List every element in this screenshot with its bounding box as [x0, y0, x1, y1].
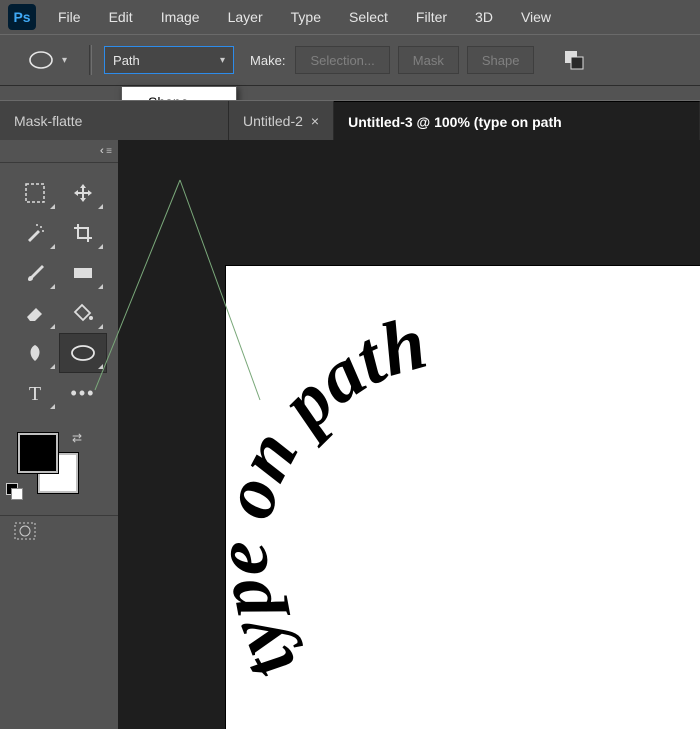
eraser-tool[interactable] [11, 293, 59, 333]
options-bar: ▾ Path ▾ Make: Selection... Mask Shape [0, 34, 700, 86]
document-tab[interactable]: Untitled-2 × [229, 101, 334, 141]
gradient-tool[interactable] [59, 253, 107, 293]
make-label: Make: [250, 53, 285, 68]
svg-text:type on path: type on path [200, 300, 435, 695]
photoshop-logo-icon: Ps [0, 0, 44, 34]
more-icon: ••• [71, 383, 96, 404]
type-tool[interactable]: T [11, 373, 59, 413]
menu-bar: Ps File Edit Image Layer Type Select Fil… [0, 0, 700, 35]
svg-text:Ps: Ps [13, 9, 30, 25]
tools-panel-header[interactable]: ‹‹ ≡ [0, 140, 118, 163]
magic-wand-tool[interactable] [11, 213, 59, 253]
quick-mask-toggle[interactable] [0, 515, 118, 549]
document-tab[interactable]: Mask-flatte [0, 101, 229, 141]
brush-tool[interactable] [11, 253, 59, 293]
chevron-down-icon: ▾ [220, 55, 225, 66]
menu-type[interactable]: Type [277, 0, 335, 34]
color-swatches[interactable]: ⇄ [18, 433, 78, 493]
crop-tool[interactable] [59, 213, 107, 253]
separator [89, 45, 92, 75]
menu-file[interactable]: File [44, 0, 95, 34]
smudge-tool[interactable] [11, 333, 59, 373]
make-mask-button[interactable]: Mask [398, 46, 459, 74]
menu-layer[interactable]: Layer [214, 0, 277, 34]
document-tab-bar: Mask-flatte Untitled-2 × Untitled-3 @ 10… [0, 100, 700, 142]
tool-preset-picker[interactable]: ▾ [26, 49, 67, 71]
move-tool[interactable] [59, 173, 107, 213]
canvas-artwork: type on path [246, 296, 686, 729]
panel-menu-icon: ≡ [106, 146, 112, 157]
document-tab-active[interactable]: Untitled-3 @ 100% (type on path [334, 101, 700, 141]
canvas-text: type on path [200, 300, 435, 695]
menu-3d[interactable]: 3D [461, 0, 507, 34]
make-shape-button[interactable]: Shape [467, 46, 535, 74]
menu-filter[interactable]: Filter [402, 0, 461, 34]
tools-panel: ‹‹ ≡ T [0, 140, 119, 729]
make-selection-button[interactable]: Selection... [295, 46, 389, 74]
swap-colors-icon[interactable]: ⇄ [72, 431, 82, 445]
menu-view[interactable]: View [507, 0, 565, 34]
tab-label: Mask-flatte [14, 113, 82, 129]
ellipse-shape-tool[interactable] [59, 333, 107, 373]
canvas-area[interactable]: type on path [118, 140, 700, 729]
path-operations-icon[interactable] [562, 48, 586, 72]
marquee-tool[interactable] [11, 173, 59, 213]
menu-select[interactable]: Select [335, 0, 402, 34]
paint-bucket-tool[interactable] [59, 293, 107, 333]
edit-toolbar-button[interactable]: ••• [59, 373, 107, 413]
menu-edit[interactable]: Edit [95, 0, 147, 34]
tool-mode-label: Path [113, 53, 140, 68]
foreground-color-swatch[interactable] [18, 433, 58, 473]
tool-mode-dropdown[interactable]: Path ▾ [104, 46, 234, 74]
tab-label: Untitled-3 @ 100% (type on path [348, 114, 562, 130]
close-icon[interactable]: × [311, 113, 319, 129]
document-canvas[interactable]: type on path [226, 266, 700, 729]
ellipse-tool-icon [26, 49, 56, 71]
chevron-down-icon: ▾ [62, 55, 67, 66]
menu-image[interactable]: Image [147, 0, 214, 34]
tab-label: Untitled-2 [243, 113, 303, 129]
default-colors-icon[interactable] [6, 483, 20, 497]
svg-text:T: T [29, 383, 41, 404]
